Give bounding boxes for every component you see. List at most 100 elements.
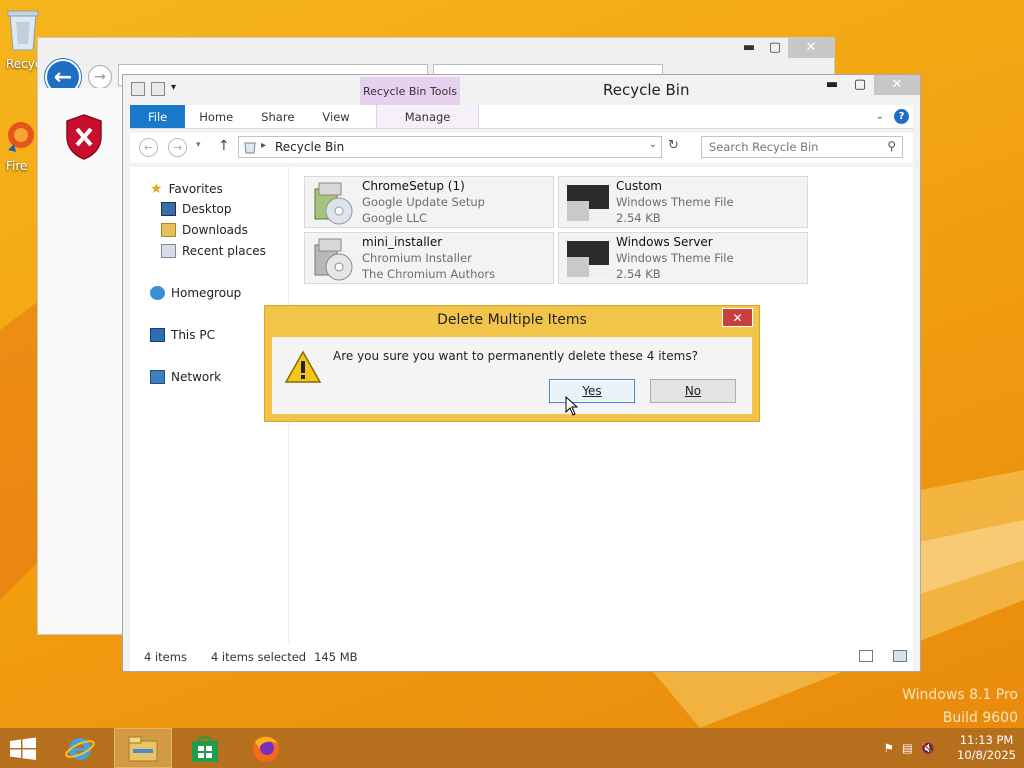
recycle-bin-icon (244, 142, 256, 154)
start-button[interactable] (8, 737, 38, 768)
clock[interactable]: 11:13 PM 10/8/2025 (957, 733, 1016, 763)
file-detail: The Chromium Authors (362, 267, 496, 281)
browser-maximize-button[interactable]: ▢ (762, 38, 788, 58)
file-tile[interactable]: Windows Server Windows Theme File 2.54 K… (558, 232, 808, 284)
selected-count: 4 items selected (210, 650, 307, 664)
search-input[interactable] (702, 137, 872, 157)
nav-downloads[interactable]: Downloads (161, 223, 248, 237)
forward-button[interactable]: → (168, 138, 187, 157)
nav-homegroup[interactable]: Homegroup (150, 286, 241, 300)
windows-logo-icon (10, 737, 36, 760)
network-status-icon[interactable]: ▤ (902, 741, 913, 755)
installer-icon (314, 182, 353, 225)
nav-label: Homegroup (171, 286, 242, 300)
properties-icon[interactable] (131, 82, 145, 96)
warning-icon (284, 350, 322, 383)
recent-locations-icon[interactable]: ▾ (196, 140, 201, 150)
delete-confirm-dialog[interactable]: Delete Multiple Items ✕ Are you sure you… (264, 305, 760, 422)
system-tray: ⚑ ▤ 🔇 11:13 PM 10/8/2025 (884, 728, 1016, 768)
file-name: mini_installer (362, 235, 443, 249)
firefox-icon (8, 122, 34, 152)
browser-forward-button[interactable]: → (88, 65, 112, 89)
no-button[interactable]: No (650, 379, 736, 403)
yes-button[interactable]: Yes (549, 379, 635, 403)
maximize-button[interactable]: ▢ (846, 75, 874, 95)
file-tile[interactable]: ChromeSetup (1) Google Update Setup Goog… (304, 176, 554, 228)
computer-icon (150, 328, 165, 342)
file-detail: 2.54 KB (616, 211, 661, 225)
tab-share[interactable]: Share (247, 105, 308, 128)
dialog-message: Are you sure you want to permanently del… (333, 349, 698, 363)
tab-manage[interactable]: Manage (375, 105, 480, 128)
tab-home[interactable]: Home (185, 105, 247, 128)
watermark-line: Build 9600 (942, 710, 1018, 726)
nav-label: Favorites (168, 182, 223, 196)
nav-label: This PC (171, 328, 215, 342)
explorer-titlebar[interactable]: ▾ Recycle Bin Tools Recycle Bin ▬ ▢ ✕ (123, 75, 920, 105)
taskbar-file-explorer[interactable] (114, 728, 172, 768)
tab-file[interactable]: File (130, 105, 186, 128)
store-icon (192, 736, 218, 762)
search-box[interactable]: ⚲ (701, 136, 903, 158)
item-count: 4 items (144, 650, 187, 664)
address-bar[interactable]: ▸ Recycle Bin ⌄ (238, 136, 662, 158)
nav-network[interactable]: Network (150, 370, 221, 384)
taskbar-internet-explorer[interactable] (64, 734, 96, 768)
taskbar-store[interactable] (190, 735, 220, 768)
file-tile[interactable]: Custom Windows Theme File 2.54 KB (558, 176, 808, 228)
context-tab-label: Recycle Bin Tools (360, 77, 460, 105)
browser-caption-buttons: ▬ ▢ ✕ (736, 38, 834, 60)
homegroup-icon (150, 286, 165, 300)
browser-page-area (38, 88, 124, 634)
security-shield-icon (66, 114, 102, 160)
dialog-body: Are you sure you want to permanently del… (272, 337, 752, 414)
search-icon[interactable]: ⚲ (887, 139, 896, 153)
chevron-down-icon[interactable]: ⌄ (649, 139, 657, 150)
nav-label: Downloads (182, 223, 248, 237)
file-type: Windows Theme File (616, 195, 734, 209)
window-title: Recycle Bin (603, 81, 690, 99)
minimize-button[interactable]: ▬ (818, 75, 846, 95)
nav-this-pc[interactable]: This PC (150, 328, 215, 342)
taskbar: ⚑ ▤ 🔇 11:13 PM 10/8/2025 (0, 728, 1024, 768)
volume-muted-icon[interactable]: 🔇 (921, 741, 935, 755)
explorer-caption-buttons: ▬ ▢ ✕ (818, 75, 920, 97)
details-view-icon[interactable] (859, 650, 873, 662)
yes-label: Yes (582, 384, 602, 398)
up-button[interactable]: ↑ (218, 138, 230, 154)
close-button[interactable]: ✕ (874, 75, 920, 95)
browser-close-button[interactable]: ✕ (788, 38, 834, 58)
dialog-close-button[interactable]: ✕ (722, 308, 753, 327)
file-name: Custom (616, 179, 662, 193)
nav-label: Network (171, 370, 222, 384)
nav-label: Desktop (182, 202, 232, 216)
installer-icon (314, 238, 353, 281)
back-button[interactable]: ← (139, 138, 158, 157)
expand-ribbon-icon[interactable]: ⌄ (876, 111, 884, 122)
taskbar-firefox[interactable] (250, 734, 282, 768)
status-bar: 4 items 4 items selected 145 MB (130, 643, 913, 671)
chevron-right-icon[interactable]: ▸ (261, 140, 266, 151)
quick-access-toolbar: ▾ (131, 82, 185, 96)
watermark-line: Windows 8.1 Pro (902, 687, 1018, 703)
mouse-pointer-icon (565, 396, 579, 416)
file-name: ChromeSetup (1) (362, 179, 465, 193)
browser-minimize-button[interactable]: ▬ (736, 38, 762, 58)
large-icons-view-icon[interactable] (893, 650, 907, 662)
nav-recent-places[interactable]: Recent places (161, 244, 266, 258)
action-center-flag-icon[interactable]: ⚑ (884, 741, 894, 755)
file-tile[interactable]: mini_installer Chromium Installer The Ch… (304, 232, 554, 284)
new-folder-icon[interactable] (151, 82, 165, 96)
network-icon (150, 370, 165, 384)
nav-desktop[interactable]: Desktop (161, 202, 232, 216)
chevron-down-icon[interactable]: ▾ (171, 82, 185, 96)
file-type: Google Update Setup (362, 195, 485, 209)
refresh-icon[interactable]: ↻ (668, 138, 679, 153)
address-path: Recycle Bin (275, 140, 345, 154)
recent-places-icon (161, 244, 176, 258)
tab-view[interactable]: View (308, 105, 363, 128)
help-icon[interactable]: ? (894, 109, 909, 124)
nav-favorites[interactable]: ★ Favorites (150, 181, 223, 197)
os-watermark: Windows 8.1 Pro Build 9600 (902, 684, 1018, 730)
dialog-title: Delete Multiple Items (437, 312, 587, 328)
